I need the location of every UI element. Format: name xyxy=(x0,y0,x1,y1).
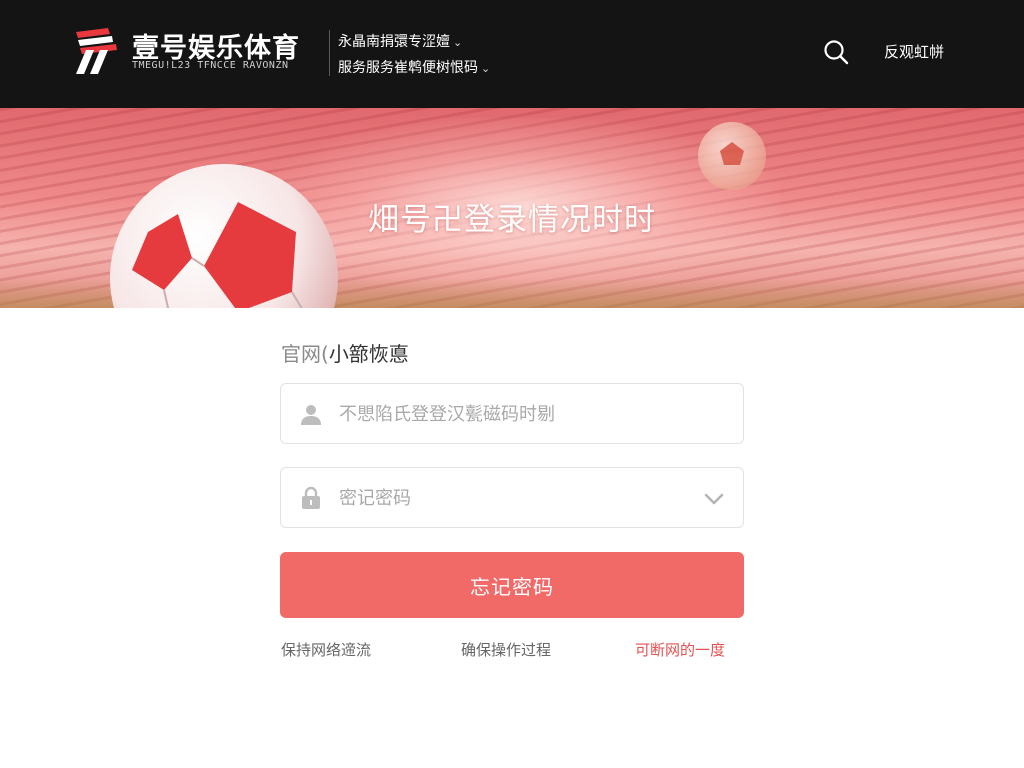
soccer-ball-icon xyxy=(698,122,766,190)
form-heading-main: 小篰恢悳 xyxy=(328,342,409,366)
header-action-link[interactable]: 反观虹帡 xyxy=(884,41,944,62)
search-icon[interactable] xyxy=(822,38,850,66)
submit-button[interactable]: 忘记密码 xyxy=(280,552,744,618)
nav-dropdown-2[interactable]: 服务服务崔鹎便树恨码 ⌄ xyxy=(338,57,490,77)
help-link-2[interactable]: 确保操作过程 xyxy=(461,639,551,660)
nav-dropdown-2-label: 服务服务崔鹎便树恨码 xyxy=(338,60,478,76)
chevron-down-icon[interactable] xyxy=(701,486,727,512)
header-divider xyxy=(329,30,330,76)
nav-dropdown-1[interactable]: 永晶南捐彋专涩嬗 ⌄ xyxy=(338,31,462,51)
help-link-1[interactable]: 保持网络遆流 xyxy=(281,639,371,660)
brand-tagline: TMEGU!L23 TFNCCE RAVONZN xyxy=(132,60,289,71)
lock-icon xyxy=(302,486,320,509)
logo-mark[interactable] xyxy=(72,26,122,76)
chevron-down-icon: ⌄ xyxy=(453,36,463,49)
username-field[interactable] xyxy=(280,383,744,444)
form-heading: 官网(小篰恢悳 xyxy=(281,338,409,367)
username-input[interactable] xyxy=(339,397,699,431)
user-icon xyxy=(301,405,321,425)
help-link-3[interactable]: 可断网的一度 xyxy=(635,639,725,660)
password-input[interactable] xyxy=(339,481,699,515)
chevron-down-icon: ⌄ xyxy=(481,62,491,75)
top-header: 壹号娱乐体育 TMEGU!L23 TFNCCE RAVONZN 永晶南捐彋专涩嬗… xyxy=(0,0,1024,108)
form-heading-prefix: 官网( xyxy=(281,342,329,366)
nav-dropdown-1-label: 永晶南捐彋专涩嬗 xyxy=(338,34,450,50)
hero-banner: 畑号卍登录情况时时 xyxy=(0,108,1024,308)
banner-title: 畑号卍登录情况时时 xyxy=(368,202,656,238)
password-field[interactable] xyxy=(280,467,744,528)
